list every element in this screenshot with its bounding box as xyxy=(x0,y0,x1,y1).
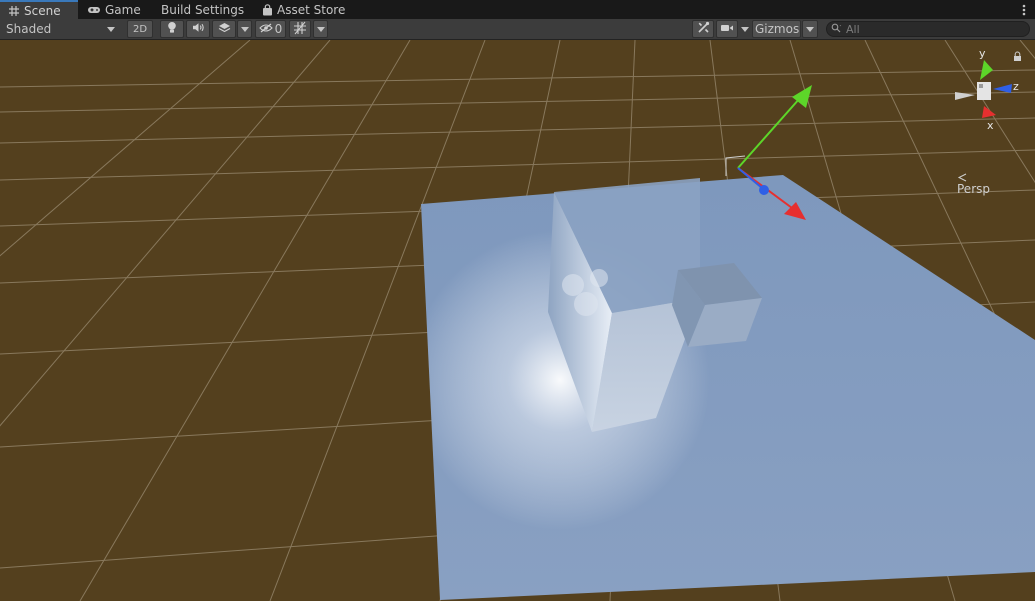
grid-icon xyxy=(8,5,20,17)
shopping-bag-icon xyxy=(262,3,273,16)
chevron-left-icon xyxy=(957,173,990,182)
tab-asset-store-label: Asset Store xyxy=(277,2,346,17)
tab-game-label: Game xyxy=(105,2,141,17)
scene-viewport[interactable]: y z x Persp xyxy=(0,40,1035,601)
more-options-icon[interactable] xyxy=(1019,2,1029,17)
gamepad-icon xyxy=(87,5,101,15)
chevron-down-icon xyxy=(316,26,325,32)
chevron-down-icon xyxy=(240,26,249,32)
search-input[interactable] xyxy=(846,22,1016,36)
grid-snap-icon xyxy=(293,21,307,38)
camera-settings-button[interactable] xyxy=(716,20,738,38)
tool-settings-button[interactable] xyxy=(692,20,714,38)
tab-asset-store[interactable]: Asset Store xyxy=(254,0,350,19)
toggle-2d-label: 2D xyxy=(132,23,148,35)
tools-icon xyxy=(697,21,710,37)
camera-icon xyxy=(720,22,734,36)
effects-toggle-button[interactable] xyxy=(212,20,236,38)
chevron-down-icon xyxy=(107,27,115,32)
layers-icon xyxy=(218,22,231,37)
gizmos-button[interactable]: Gizmos xyxy=(752,20,801,38)
gizmo-y-label: y xyxy=(979,47,986,60)
scene-render[interactable]: y z x xyxy=(0,40,1035,601)
editor-tab-bar: Scene Game Build Settings Asset Store xyxy=(0,0,1035,19)
hidden-objects-count: 0 xyxy=(274,22,283,36)
grid-dropdown[interactable] xyxy=(313,20,328,38)
grid-toggle-button[interactable] xyxy=(289,20,311,38)
toggle-2d-button[interactable]: 2D xyxy=(127,20,153,38)
audio-toggle-button[interactable] xyxy=(186,20,210,38)
tab-build-settings-label: Build Settings xyxy=(161,2,245,17)
lighting-toggle-button[interactable] xyxy=(160,20,184,38)
draw-mode-label: Shaded xyxy=(6,22,52,36)
draw-mode-dropdown[interactable]: Shaded xyxy=(1,20,120,38)
tab-scene[interactable]: Scene xyxy=(0,0,78,19)
gizmo-cube-shade xyxy=(979,84,983,88)
effects-dropdown[interactable] xyxy=(237,20,252,38)
tab-game[interactable]: Game xyxy=(79,0,149,19)
gizmo-z-label: z xyxy=(1013,80,1019,93)
light-bulb-icon xyxy=(167,21,177,37)
search-icon xyxy=(831,22,842,36)
camera-dropdown[interactable] xyxy=(739,20,751,38)
scene-search-field[interactable] xyxy=(826,21,1030,37)
tab-build-settings[interactable]: Build Settings xyxy=(153,0,249,19)
gizmos-dropdown[interactable] xyxy=(802,20,818,38)
scene-visibility-button[interactable]: 0 xyxy=(255,20,286,38)
gizmos-label: Gizmos xyxy=(755,22,800,36)
chevron-down-icon xyxy=(741,26,749,32)
scene-toolbar: Shaded 2D 0 Gizmos All xyxy=(0,19,1035,40)
tab-scene-label: Scene xyxy=(24,3,61,18)
visibility-icon xyxy=(258,22,273,36)
gizmo-x-label: x xyxy=(987,119,994,132)
gizmo-z-handle[interactable] xyxy=(759,185,769,195)
audio-icon xyxy=(192,22,205,36)
projection-toggle[interactable]: Persp xyxy=(957,173,990,196)
projection-label: Persp xyxy=(957,182,990,196)
chevron-down-icon xyxy=(806,26,814,32)
